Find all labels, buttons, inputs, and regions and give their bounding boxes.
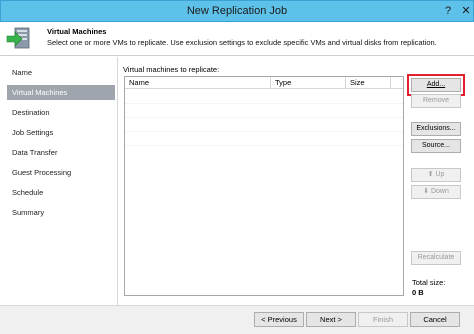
page-description: Select one or more VMs to replicate. Use… bbox=[47, 38, 437, 47]
previous-button[interactable]: < Previous bbox=[254, 312, 304, 327]
window-titlebar: New Replication Job ? ✕ bbox=[0, 0, 474, 22]
vm-list-label: Virtual machines to replicate: bbox=[123, 65, 220, 74]
step-summary[interactable]: Summary bbox=[7, 205, 115, 220]
cancel-button[interactable]: Cancel bbox=[410, 312, 460, 327]
vm-list-header: Name Type Size bbox=[125, 77, 403, 89]
window-title: New Replication Job bbox=[186, 5, 288, 17]
total-size-label: Total size: bbox=[412, 278, 446, 287]
add-button-label: Add... bbox=[426, 81, 446, 88]
down-button-label: Down bbox=[430, 188, 449, 195]
source-button[interactable]: Source... bbox=[411, 139, 461, 153]
step-job-settings[interactable]: Job Settings bbox=[7, 125, 115, 140]
help-button[interactable]: ? bbox=[441, 4, 455, 18]
step-data-transfer[interactable]: Data Transfer bbox=[7, 145, 115, 160]
step-destination[interactable]: Destination bbox=[7, 105, 115, 120]
column-header-type[interactable]: Type bbox=[271, 77, 346, 89]
column-header-name[interactable]: Name bbox=[125, 77, 271, 89]
step-guest-processing[interactable]: Guest Processing bbox=[7, 165, 115, 180]
step-schedule[interactable]: Schedule bbox=[7, 185, 115, 200]
wizard-footer: < Previous Next > Finish Cancel bbox=[0, 305, 474, 334]
replication-job-icon bbox=[6, 27, 30, 49]
row-divider bbox=[125, 145, 403, 146]
next-button[interactable]: Next > bbox=[306, 312, 356, 327]
exclusions-button[interactable]: Exclusions... bbox=[411, 122, 461, 136]
recalculate-button[interactable]: Recalculate bbox=[411, 251, 461, 265]
close-button[interactable]: ✕ bbox=[459, 4, 473, 18]
row-divider bbox=[125, 131, 403, 132]
row-divider bbox=[125, 103, 403, 104]
vm-list-table[interactable]: Name Type Size bbox=[124, 76, 404, 296]
column-header-size[interactable]: Size bbox=[346, 77, 391, 89]
row-divider bbox=[125, 117, 403, 118]
page-title: Virtual Machines bbox=[47, 27, 107, 36]
finish-button[interactable]: Finish bbox=[358, 312, 408, 327]
up-button-label: Up bbox=[435, 171, 445, 178]
wizard-steps: Name Virtual Machines Destination Job Se… bbox=[0, 57, 118, 305]
up-button[interactable]: ⬆ Up bbox=[411, 168, 461, 182]
main-content: Virtual machines to replicate: Name Type… bbox=[119, 57, 474, 305]
wizard-header: Virtual Machines Select one or more VMs … bbox=[0, 22, 474, 56]
add-button[interactable]: Add... bbox=[411, 78, 461, 92]
arrow-up-icon: ⬆ bbox=[427, 171, 434, 178]
arrow-down-icon: ⬇ bbox=[423, 188, 429, 195]
step-name[interactable]: Name bbox=[7, 65, 115, 80]
remove-button[interactable]: Remove bbox=[411, 94, 461, 108]
total-size-value: 0 B bbox=[412, 288, 424, 297]
down-button[interactable]: ⬇ Down bbox=[411, 185, 461, 199]
step-virtual-machines[interactable]: Virtual Machines bbox=[7, 85, 115, 100]
